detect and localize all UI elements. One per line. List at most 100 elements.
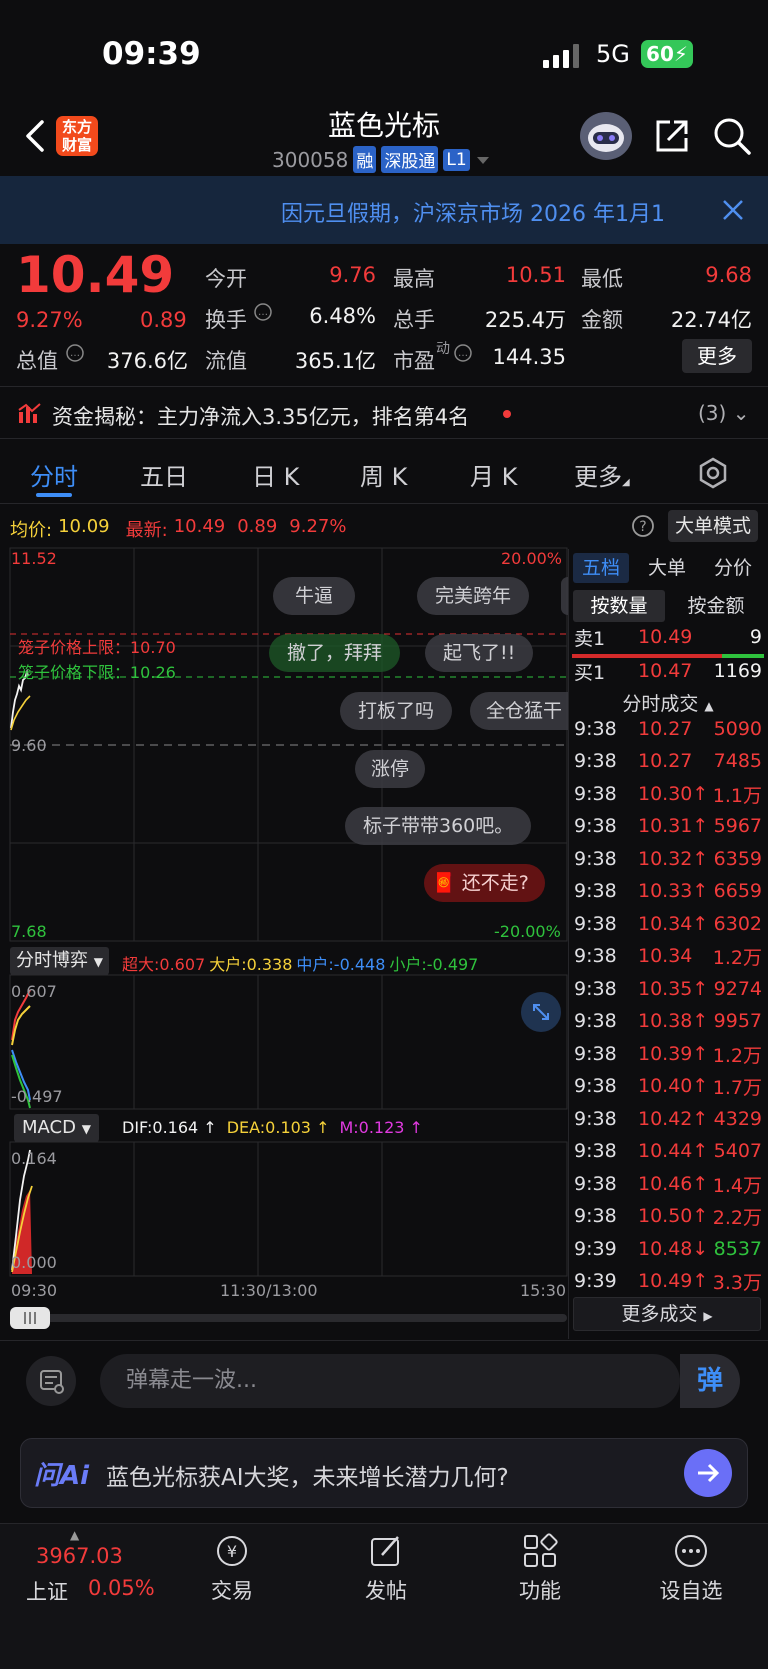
funds-count[interactable]: (3) ⌄ [698,401,749,425]
trade-volume: 1.2万 [712,1044,762,1067]
trade-price: 10.35↑ [638,978,709,1000]
index-percent: 0.05% [88,1576,155,1600]
trade-price: 10.34 [638,945,693,967]
tab-five-day[interactable]: 五日 [140,457,188,492]
trade-volume: 5090 [713,718,762,740]
danmu-bubble-red-packet[interactable]: 🧧 还不走? [424,864,545,902]
close-icon[interactable] [720,197,746,223]
rp-subtab-by-quantity[interactable]: 按数量 [573,590,665,622]
trade-row: 9:38 10.30↑ 1.1万 [572,778,764,810]
index-value[interactable]: 3967.03 [36,1544,123,1568]
macd-dropdown-label: MACD [22,1117,76,1138]
trade-volume: 3.3万 [712,1271,762,1294]
danmu-bubble-clipped [561,577,568,615]
trade-time: 9:38 [574,718,617,740]
trade-row: 9:38 10.27 7485 [572,745,764,777]
ai-question-text[interactable]: 蓝色光标获AI大奖，未来增长潜力几何? [106,1458,509,1492]
svg-text:…: … [70,348,80,359]
more-button[interactable]: 更多 [682,339,752,373]
danmu-bubble[interactable]: 涨停 [355,750,426,788]
intraday-chart[interactable] [0,505,568,1335]
status-time: 09:39 [102,36,201,72]
danmu-bubble-highlight[interactable]: 撤了，拜拜 [269,634,401,672]
pe-superscript: 动 [436,341,450,357]
svg-text:…: … [458,348,468,359]
danmu-send-button[interactable]: 弹 [680,1354,740,1408]
trade-price: 10.46↑ [638,1173,709,1195]
low-value: 9.68 [705,263,752,287]
high-label: 最高 [393,267,435,291]
change-percent: 9.27% [16,308,83,332]
share-icon[interactable] [652,116,692,156]
danmu-bubble[interactable]: 标子带带360吧。 [345,807,532,845]
danmu-bubble[interactable]: 完美跨年 [417,577,530,615]
nav-functions[interactable]: 功能 [490,1575,590,1605]
trade-price: 10.38↑ [638,1010,709,1032]
trade-time: 9:38 [574,848,617,870]
more-dots-icon[interactable] [673,1533,709,1569]
buy1-volume: 1169 [713,660,762,682]
info-icon[interactable]: … [454,344,472,366]
trade-price: 10.27 [638,750,693,772]
rp-subtab-by-amount[interactable]: 按金额 [670,590,762,622]
pe-label: 市盈 [393,349,435,373]
search-icon[interactable] [712,116,752,156]
nav-add-watchlist[interactable]: 设自选 [641,1575,741,1605]
rp-tab-price-dist[interactable]: 分价 [703,553,763,583]
upper-limit-label: 笼子价格上限：10.70 [18,638,176,657]
trade-time: 9:38 [574,750,617,772]
gear-icon[interactable] [697,457,729,489]
macd-dropdown[interactable]: MACD ▼ [14,1114,99,1142]
trade-volume: 6359 [713,848,762,870]
trade-row: 9:38 10.31↑ 5967 [572,810,764,842]
danmu-input[interactable]: 弹幕走一波... [100,1354,680,1408]
post-edit-icon[interactable] [368,1533,404,1569]
functions-grid-icon[interactable] [522,1533,558,1569]
funds-reveal-text[interactable]: 资金揭秘：主力净流入3.35亿元，排名第4名 [52,401,469,431]
tab-daily-k[interactable]: 日 K [252,457,299,492]
trade-row: 9:38 10.33↑ 6659 [572,875,764,907]
help-icon[interactable]: ? [631,514,655,538]
trade-time: 9:38 [574,1205,617,1227]
robot-assistant-icon[interactable] [580,112,632,160]
more-trades-button[interactable]: 更多成交 ▶ [573,1297,761,1331]
trade-yuan-icon[interactable]: ¥ [214,1533,250,1569]
change-amount: 0.89 [140,308,187,332]
pct-axis-bottom: -20.00% [494,922,561,941]
rp-tab-five-levels[interactable]: 五档 [573,553,629,583]
trade-time: 9:38 [574,1010,617,1032]
trade-row: 9:38 10.40↑ 1.7万 [572,1070,764,1102]
game-panel-dropdown[interactable]: 分时博弈 ▼ [10,947,109,975]
current-price: 10.49 [16,246,175,304]
info-icon[interactable]: … [254,303,272,325]
time-scroll-track[interactable] [10,1314,567,1322]
danmu-bubble[interactable]: 起飞了!! [425,634,534,672]
nav-trade[interactable]: 交易 [182,1575,282,1605]
danmu-bubble[interactable]: 打板了吗 [340,692,453,730]
ai-logo: 问Ai [34,1461,90,1491]
trade-volume: 7485 [713,750,762,772]
tab-intraday[interactable]: 分时 [30,457,78,492]
amount-value: 22.74亿 [670,308,752,332]
arrow-right-icon[interactable] [684,1449,732,1497]
tab-weekly-k[interactable]: 周 K [360,457,407,492]
big-order-mode-button[interactable]: 大单模式 [668,510,758,542]
danmu-bubble[interactable]: 全仓猛干 [470,692,568,730]
info-icon[interactable]: … [66,344,84,366]
nav-post[interactable]: 发帖 [336,1575,436,1605]
tab-monthly-k[interactable]: 月 K [470,457,517,492]
index-name[interactable]: 上证 [26,1576,68,1606]
danmu-bubble[interactable]: 牛逼 [273,577,356,615]
trade-price: 10.32↑ [638,848,709,870]
stock-code-row[interactable]: 300058 融 深股通 L1 [272,146,491,173]
trade-time: 9:38 [574,1075,617,1097]
trade-volume: 5967 [713,815,762,837]
expand-icon[interactable] [521,992,561,1032]
danmu-settings-icon[interactable] [26,1356,76,1406]
trade-time: 9:38 [574,913,617,935]
sell1-price: 10.49 [638,626,693,648]
trade-price: 10.44↑ [638,1140,709,1162]
rp-tab-big-orders[interactable]: 大单 [639,553,695,583]
tab-more[interactable]: 更多◢ [574,457,630,492]
trade-row: 9:38 10.46↑ 1.4万 [572,1168,764,1200]
